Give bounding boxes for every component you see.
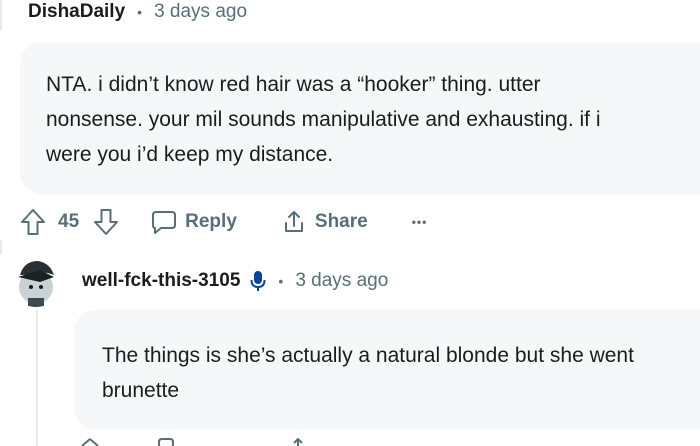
comment-timestamp[interactable]: 3 days ago bbox=[154, 1, 247, 23]
share-icon bbox=[281, 209, 307, 235]
comment-header: well-fck-this-3105 • 3 days ago bbox=[82, 268, 388, 294]
comment-header: DishaDaily • 3 days ago bbox=[28, 0, 247, 24]
comment-author[interactable]: well-fck-this-3105 bbox=[82, 270, 240, 292]
share-icon[interactable] bbox=[288, 438, 308, 446]
reply-label: Reply bbox=[185, 211, 237, 232]
thread-line bbox=[0, 240, 2, 254]
separator-dot: • bbox=[278, 273, 284, 289]
comment-body-line: NTA. i didn’t know red hair was a “hooke… bbox=[46, 73, 541, 96]
comment-actions-partial bbox=[80, 438, 308, 446]
comment-body-line: brunette bbox=[102, 379, 180, 402]
upvote-icon[interactable] bbox=[80, 438, 100, 446]
comment-body-line: were you i’d keep my distance. bbox=[46, 143, 334, 166]
comment-body: NTA. i didn’t know red hair was a “hooke… bbox=[46, 67, 686, 172]
microphone-icon bbox=[250, 270, 266, 292]
more-icon[interactable]: ••• bbox=[412, 215, 428, 229]
comment-author[interactable]: DishaDaily bbox=[28, 1, 125, 23]
comment-timestamp[interactable]: 3 days ago bbox=[295, 270, 388, 292]
thread-line bbox=[36, 310, 38, 446]
comment-body: The things is she’s actually a natural b… bbox=[102, 338, 692, 408]
comment-bubble-icon bbox=[151, 209, 177, 235]
vote-count: 45 bbox=[58, 211, 80, 232]
upvote-icon[interactable] bbox=[20, 208, 46, 236]
avatar[interactable] bbox=[10, 255, 62, 307]
thread-line bbox=[0, 0, 2, 30]
comment-body-line: nonsense. your mil sounds manipulative a… bbox=[46, 108, 601, 131]
downvote-icon[interactable] bbox=[93, 208, 119, 236]
share-button[interactable]: Share bbox=[281, 209, 368, 235]
reply-button[interactable]: Reply bbox=[151, 209, 237, 235]
separator-dot: • bbox=[137, 4, 143, 20]
comment-bubble-icon[interactable] bbox=[156, 438, 176, 446]
comment-actions: 45 Reply Share ••• bbox=[20, 206, 427, 238]
share-label: Share bbox=[314, 211, 368, 232]
comment-body-line: The things is she’s actually a natural b… bbox=[102, 344, 634, 367]
